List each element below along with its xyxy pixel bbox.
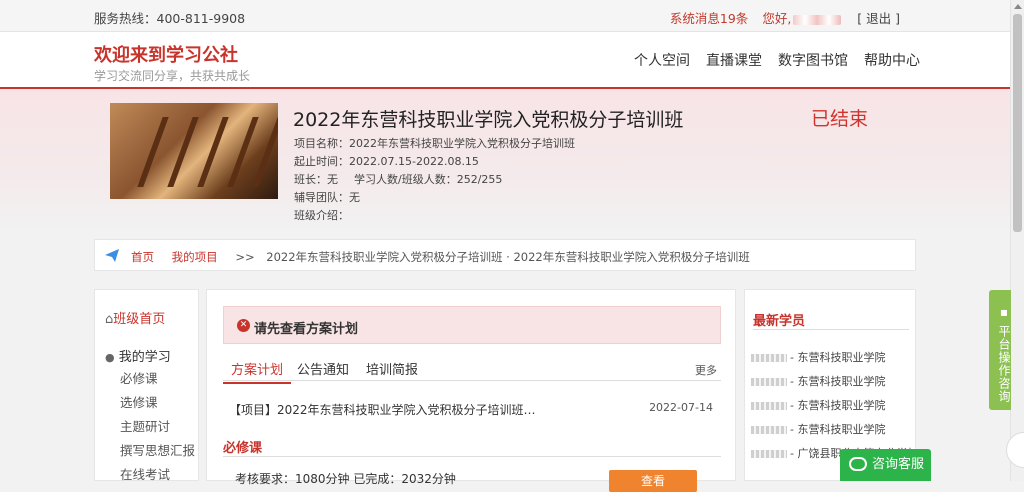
student-school: - 东营科技职业学院 [790,399,886,412]
redacted-name [751,450,787,458]
course-period: 起止时间：2022.07.15-2022.08.15 [294,155,479,168]
redacted-name [751,354,787,362]
sidebar-item-exam[interactable]: 在线考试 [120,464,170,483]
required-course-heading: 必修课 [223,437,721,457]
sidebar-item-elective[interactable]: 选修课 [120,392,158,411]
nav-help-center[interactable]: 帮助中心 [864,50,920,70]
site-title[interactable]: 欢迎来到学习公社 [94,41,238,67]
class-intro: 班级介绍： [294,209,349,222]
notice-tabs: 方案计划 公告通知 培训简报 更多 [223,359,721,384]
main-panel: ✕ 请先查看方案计划 方案计划 公告通知 培训简报 更多 【项目】2022年东营… [206,289,736,492]
service-hotline: 服务热线：400-811-9908 [94,11,246,26]
top-bar: 服务热线：400-811-9908 系统消息19条 您好, [ 退出 ] [0,0,1010,32]
requirement-text: 考核要求：1080分钟 已完成：2032分钟 [235,472,456,486]
chat-icon [849,457,867,471]
chat-bubble-icon: ▪ [997,305,1011,321]
redacted-name [751,426,787,434]
nav-live-classroom[interactable]: 直播课堂 [706,50,762,70]
user-greeting: 您好, [762,8,843,27]
redacted-name [751,402,787,410]
sidebar-item-report[interactable]: 撰写思想汇报 [120,440,195,459]
error-icon: ✕ [237,319,250,332]
main-nav: 个人空间 直播课堂 数字图书馆 帮助中心 [634,50,920,70]
breadcrumb-my-projects[interactable]: 我的项目 [172,250,218,264]
username-redacted [793,14,842,25]
left-sidebar: ⌂班级首页 ● 我的学习 必修课 选修课 主题研讨 撰写思想汇报 在线考试 [94,289,199,483]
my-study-label: 我的学习 [118,350,171,365]
alert-text: 请先查看方案计划 [254,322,359,337]
tab-briefings[interactable]: 培训简报 [366,359,418,382]
site-header: 欢迎来到学习公社 学习交流同分享，共获共成长 个人空间 直播课堂 数字图书馆 帮… [0,32,1010,89]
project-name: 项目名称：2022年东营科技职业学院入党积极分子培训班 [294,137,575,150]
sidebar-item-required[interactable]: 必修课 [120,368,158,387]
nav-digital-library[interactable]: 数字图书馆 [778,50,848,70]
customer-service-label: 咨询客服 [872,457,925,472]
tab-announcements[interactable]: 公告通知 [297,359,349,382]
student-school: - 东营科技职业学院 [790,351,886,364]
list-item[interactable]: 【项目】2022年东营科技职业学院入党积极分子培训班… 2022-07-14 [229,401,713,418]
sidebar-item-class-home[interactable]: ⌂班级首页 [105,308,165,327]
send-icon [105,249,119,262]
nav-personal-space[interactable]: 个人空间 [634,50,690,70]
top-right-links: 系统消息19条 您好, [ 退出 ] [670,8,900,27]
tutor-team: 辅导团队：无 [294,191,360,204]
more-link[interactable]: 更多 [695,362,717,378]
list-item: - 东营科技职业学院 [751,349,911,365]
view-button[interactable]: 查看 [609,470,697,492]
student-school: - 东营科技职业学院 [790,423,886,436]
logout-link[interactable]: [ 退出 ] [857,8,900,27]
student-counts: 学习人数/班级人数：252/255 [354,173,503,186]
list-item: - 东营科技职业学院 [751,421,911,437]
back-to-top-button[interactable] [1006,432,1024,468]
course-cover-image [110,103,278,199]
sidebar-home-label: 班级首页 [113,312,166,327]
site-subtitle: 学习交流同分享，共获共成长 [94,69,251,83]
customer-service-button[interactable]: 咨询客服 [840,449,931,481]
breadcrumb-current: 2022年东营科技职业学院入党积极分子培训班 · 2022年东营科技职业学院入党… [266,250,750,264]
redacted-name [751,378,787,386]
student-school: - 东营科技职业学院 [790,375,886,388]
item-date: 2022-07-14 [649,401,713,414]
class-monitor: 班长：无 [294,173,338,186]
sidebar-my-study[interactable]: ● 我的学习 [105,346,171,365]
tab-plan[interactable]: 方案计划 [223,359,292,384]
item-title[interactable]: 【项目】2022年东营科技职业学院入党积极分子培训班… [229,403,536,417]
scrollbar-thumb[interactable] [1013,14,1022,232]
platform-consult-tab[interactable]: ▪ 平台操作咨询 [989,290,1011,410]
list-item: - 东营科技职业学院 [751,373,911,389]
course-status: 已结束 [811,108,869,130]
plan-alert: ✕ 请先查看方案计划 [223,306,721,344]
latest-students-title: 最新学员 [753,310,909,330]
greeting-text: 您好, [762,11,792,26]
breadcrumb-separator: >> [235,250,255,264]
sidebar-item-seminar[interactable]: 主题研讨 [120,416,170,435]
user-icon: ● [105,351,115,364]
breadcrumb-home[interactable]: 首页 [131,250,154,264]
platform-consult-label: 平台操作咨询 [997,324,1011,403]
system-messages-link[interactable]: 系统消息19条 [670,8,748,27]
breadcrumb: 首页 我的项目 >> 2022年东营科技职业学院入党积极分子培训班 · 2022… [94,239,916,271]
page-scrollbar[interactable] [1010,0,1024,481]
course-title: 2022年东营科技职业学院入党积极分子培训班 [293,109,684,131]
list-item: - 东营科技职业学院 [751,397,911,413]
class-stats: 班长：无 学习人数/班级人数：252/255 [294,171,502,187]
scroll-up-arrow-icon[interactable] [1014,4,1022,9]
